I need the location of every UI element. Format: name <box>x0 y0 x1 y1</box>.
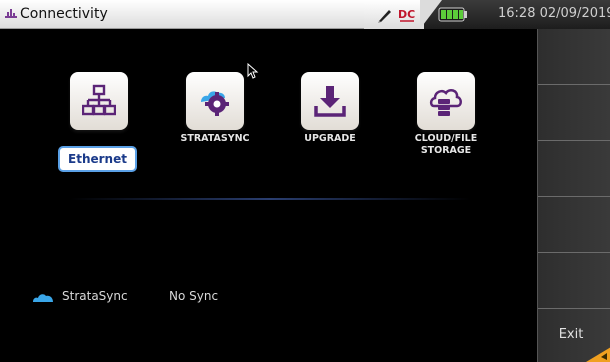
divider <box>70 198 470 200</box>
upgrade-label: UPGRADE <box>304 133 356 144</box>
connectivity-icon <box>5 9 17 18</box>
exit-label: Exit <box>558 327 584 342</box>
page-title: Connectivity <box>20 6 108 22</box>
network-icon <box>82 84 116 116</box>
softkey-4[interactable] <box>538 197 610 253</box>
cloud-gear-icon <box>201 91 229 116</box>
softkey-5[interactable] <box>538 253 610 309</box>
svg-text:DC: DC <box>398 8 415 21</box>
mouse-cursor-icon <box>247 63 259 79</box>
battery-icon <box>438 7 467 22</box>
ethernet-tile[interactable] <box>70 72 128 130</box>
clock: 16:28 02/09/2019 <box>498 6 610 21</box>
stratasync-tile[interactable] <box>186 72 244 130</box>
dc-power-icon: DC <box>398 8 415 22</box>
download-icon <box>314 86 346 117</box>
cloud-storage-tile[interactable] <box>417 72 475 130</box>
ethernet-button[interactable]: Ethernet <box>58 146 137 172</box>
stratasync-label: STRATASYNC <box>180 133 250 144</box>
main-area: Ethernet STRATASYNC UPGRADE CLOUD/FILE S… <box>0 29 537 362</box>
softkey-panel: Exit <box>537 29 610 362</box>
pen-icon <box>378 10 391 23</box>
softkey-3[interactable] <box>538 141 610 197</box>
softkey-2[interactable] <box>538 85 610 141</box>
cloud-storage-icon <box>429 88 462 116</box>
upgrade-tile[interactable] <box>301 72 359 130</box>
cloud-icon <box>33 294 53 302</box>
cloud-storage-label: CLOUD/FILE STORAGE <box>414 133 478 156</box>
exit-button[interactable]: Exit <box>538 309 610 362</box>
home-corner-icon[interactable] <box>586 347 610 362</box>
stratasync-status-label: StrataSync <box>62 289 128 303</box>
softkey-1[interactable] <box>538 29 610 85</box>
sync-status-value: No Sync <box>169 289 219 303</box>
